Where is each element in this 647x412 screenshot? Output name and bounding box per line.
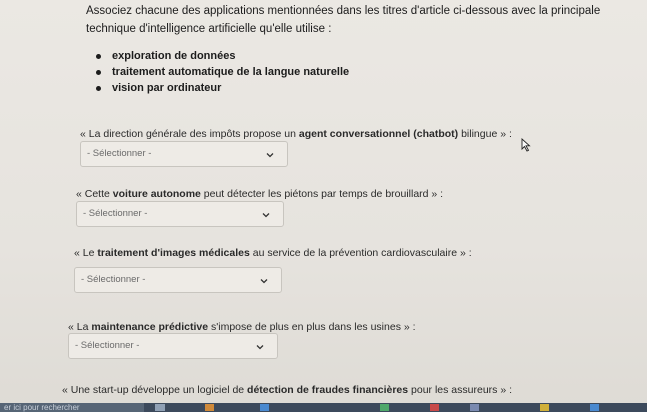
question-3-text: « Le traitement d'images médicales au se… bbox=[74, 246, 472, 260]
question-2-select[interactable]: - Sélectionner - bbox=[76, 201, 284, 227]
question-keyword: voiture autonome bbox=[112, 188, 201, 200]
question-keyword: maintenance prédictive bbox=[91, 321, 209, 333]
question-1-text: « La direction générale des impôts propo… bbox=[80, 127, 512, 141]
task-view-icon[interactable] bbox=[155, 404, 165, 411]
select-value: - Sélectionner - bbox=[81, 274, 146, 285]
option-item: traitement automatique de la langue natu… bbox=[96, 64, 349, 80]
question-3-select[interactable]: - Sélectionner - bbox=[74, 267, 282, 293]
option-label: vision par ordinateur bbox=[112, 82, 222, 94]
taskbar-app-icon[interactable] bbox=[590, 404, 599, 411]
chevron-down-icon bbox=[262, 213, 270, 218]
question-1-select[interactable]: - Sélectionner - bbox=[80, 141, 288, 167]
option-item: vision par ordinateur bbox=[96, 80, 349, 96]
question-4-text: « La maintenance prédictive s'impose de … bbox=[68, 320, 416, 334]
question-text-part: « Le bbox=[74, 247, 98, 259]
question-2-text: « Cette voiture autonome peut détecter l… bbox=[76, 187, 443, 201]
select-value: - Sélectionner - bbox=[83, 208, 148, 219]
technique-options-list: exploration de données traitement automa… bbox=[96, 48, 349, 96]
question-keyword: agent conversationnel (chatbot) bbox=[298, 128, 459, 140]
taskbar-app-icon[interactable] bbox=[205, 404, 214, 411]
option-label: exploration de données bbox=[112, 50, 236, 62]
select-value: - Sélectionner - bbox=[75, 340, 140, 351]
question-keyword: traitement d'images médicales bbox=[97, 247, 250, 259]
chevron-down-icon bbox=[266, 153, 274, 158]
question-intro: Associez chacune des applications mentio… bbox=[86, 5, 601, 35]
question-5-text: « Une start-up développe un logiciel de … bbox=[62, 383, 512, 397]
taskbar-app-icon[interactable] bbox=[470, 404, 479, 411]
question-text-part: bilingue » : bbox=[458, 128, 512, 140]
mouse-cursor-icon bbox=[521, 138, 531, 152]
taskbar-app-icon[interactable] bbox=[260, 404, 269, 411]
question-text-part: s'impose de plus en plus dans les usines… bbox=[208, 321, 416, 333]
question-text-part: « La bbox=[68, 321, 92, 333]
chevron-down-icon bbox=[256, 345, 264, 350]
bullet-icon bbox=[96, 86, 101, 91]
quiz-page: Associez chacune des applications mentio… bbox=[0, 0, 647, 412]
taskbar-search-input[interactable]: er ici pour rechercher bbox=[0, 403, 144, 412]
bullet-icon bbox=[96, 54, 101, 59]
taskbar-app-icon[interactable] bbox=[380, 404, 389, 411]
question-text-part: peut détecter les piétons par temps de b… bbox=[200, 188, 444, 200]
bullet-icon bbox=[96, 70, 101, 75]
question-keyword: détection de fraudes financières bbox=[247, 384, 409, 396]
question-4-select[interactable]: - Sélectionner - bbox=[68, 333, 278, 359]
question-text-part: pour les assureurs » : bbox=[408, 384, 512, 396]
option-label: traitement automatique de la langue natu… bbox=[112, 66, 350, 78]
select-value: - Sélectionner - bbox=[87, 148, 152, 159]
taskbar-app-icon[interactable] bbox=[430, 404, 439, 411]
question-text-part: « Cette bbox=[76, 188, 113, 200]
question-text-part: au service de la prévention cardiovascul… bbox=[249, 247, 472, 259]
question-text-part: « Une start-up développe un logiciel de bbox=[62, 384, 248, 396]
option-item: exploration de données bbox=[96, 48, 349, 64]
windows-taskbar: er ici pour rechercher bbox=[0, 403, 647, 412]
taskbar-app-icon[interactable] bbox=[540, 404, 549, 411]
chevron-down-icon bbox=[260, 279, 268, 284]
question-text-part: « La direction générale des impôts propo… bbox=[80, 128, 299, 140]
